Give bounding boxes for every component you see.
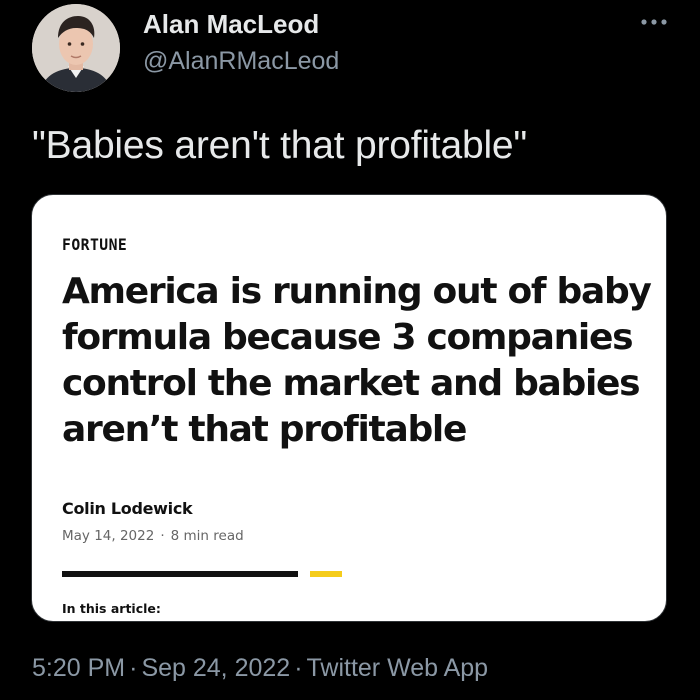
- tweet: Alan MacLeod @AlanRMacLeod "Babies aren'…: [0, 0, 700, 700]
- footer-separator: ·: [294, 654, 303, 682]
- accent-bar: [310, 571, 342, 577]
- article-headline: America is running out of baby formula b…: [62, 271, 652, 450]
- article-date: May 14, 2022: [62, 528, 155, 544]
- article-meta: May 14, 2022 · 8 min read: [62, 528, 244, 544]
- article-card[interactable]: FORTUNE America is running out of baby f…: [31, 194, 667, 622]
- article-byline: Colin Lodewick: [62, 499, 193, 518]
- more-options-icon: [641, 19, 667, 25]
- profile-photo-icon: [32, 4, 120, 92]
- tweet-text: "Babies aren't that profitable": [32, 124, 528, 167]
- more-options-button[interactable]: [638, 12, 670, 32]
- divider-bar: [62, 571, 298, 577]
- publication-name: FORTUNE: [62, 235, 128, 254]
- article-read-time: 8 min read: [170, 528, 244, 544]
- tweet-source[interactable]: Twitter Web App: [307, 654, 489, 682]
- author-handle[interactable]: @AlanRMacLeod: [143, 47, 339, 76]
- tweet-date[interactable]: Sep 24, 2022: [141, 654, 290, 682]
- author-display-name[interactable]: Alan MacLeod: [143, 9, 319, 40]
- avatar[interactable]: [32, 4, 120, 92]
- tweet-footer: 5:20 PM · Sep 24, 2022 · Twitter Web App: [32, 654, 488, 683]
- in-this-article-label: In this article:: [62, 601, 161, 616]
- meta-separator: ·: [160, 528, 165, 544]
- footer-separator: ·: [129, 654, 138, 682]
- tweet-time[interactable]: 5:20 PM: [32, 654, 125, 682]
